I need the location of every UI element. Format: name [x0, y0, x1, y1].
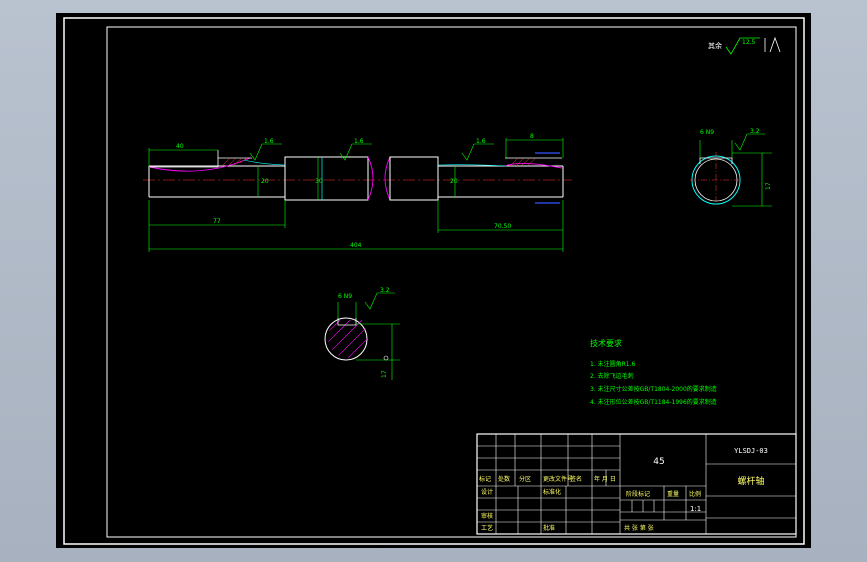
svg-text:1. 未注圆角R1.6: 1. 未注圆角R1.6: [590, 360, 636, 368]
svg-text:签名: 签名: [570, 475, 582, 483]
svg-text:处数: 处数: [498, 475, 510, 483]
svg-text:标记: 标记: [479, 475, 491, 483]
svg-text:批准: 批准: [543, 524, 555, 532]
svg-text:审核: 审核: [481, 512, 493, 520]
svg-text:4. 未注形位公差按GB/T1184-1996的要求制造: 4. 未注形位公差按GB/T1184-1996的要求制造: [590, 398, 717, 406]
roughness-value-general: 12.5: [742, 39, 756, 46]
model-space: [56, 13, 811, 548]
svg-text:20: 20: [261, 178, 269, 185]
svg-text:重量: 重量: [667, 490, 679, 498]
svg-text:更改文件号: 更改文件号: [543, 475, 573, 483]
svg-text:年 月 日: 年 月 日: [594, 475, 616, 483]
svg-text:20: 20: [450, 178, 458, 185]
svg-text:3.2: 3.2: [380, 287, 390, 294]
svg-text:设计: 设计: [481, 488, 493, 496]
svg-text:共 张 第 张: 共 张 第 张: [624, 524, 654, 532]
svg-text:40: 40: [176, 143, 184, 150]
svg-text:17: 17: [381, 370, 388, 378]
svg-text:1.6: 1.6: [354, 138, 364, 145]
svg-text:分区: 分区: [519, 475, 531, 483]
svg-text:30: 30: [315, 178, 323, 185]
engineering-drawing: 其余 12.5 40 8 1.6 1.6 1.6 20 30 20 77 70.…: [56, 13, 811, 548]
svg-text:1.6: 1.6: [476, 138, 486, 145]
material: 45: [653, 457, 664, 467]
svg-text:工艺: 工艺: [481, 524, 493, 532]
drawing-number: YLSDJ-03: [734, 447, 768, 455]
roughness-note: 其余: [708, 41, 722, 50]
svg-text:404: 404: [350, 242, 362, 249]
svg-text:70.50: 70.50: [494, 223, 511, 230]
svg-text:1.6: 1.6: [264, 138, 274, 145]
svg-text:3.2: 3.2: [750, 128, 760, 135]
svg-text:77: 77: [213, 218, 221, 225]
svg-text:阶段标记: 阶段标记: [626, 490, 650, 498]
svg-text:17: 17: [765, 182, 772, 190]
cad-viewport[interactable]: 其余 12.5 40 8 1.6 1.6 1.6 20 30 20 77 70.…: [0, 0, 867, 562]
svg-text:8: 8: [530, 133, 534, 140]
svg-text:3. 未注尺寸公差按GB/T1804-2000的要求制造: 3. 未注尺寸公差按GB/T1804-2000的要求制造: [590, 385, 717, 393]
svg-text:6 N9: 6 N9: [338, 293, 352, 300]
svg-text:标准化: 标准化: [543, 488, 561, 496]
svg-text:技术要求: 技术要求: [590, 338, 622, 348]
svg-text:2. 去除飞边毛刺: 2. 去除飞边毛刺: [590, 372, 634, 380]
scale-value: 1:1: [690, 505, 701, 513]
part-name: 螺杆轴: [737, 475, 764, 487]
svg-text:6 N9: 6 N9: [700, 129, 714, 136]
svg-text:比例: 比例: [689, 490, 701, 498]
